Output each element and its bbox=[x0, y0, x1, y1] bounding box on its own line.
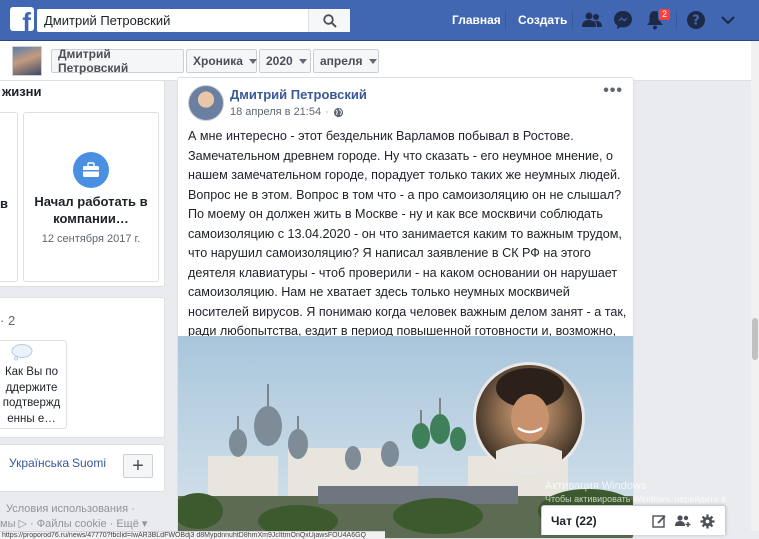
chat-label[interactable]: Чат (22) bbox=[551, 514, 597, 528]
chevron-down-icon bbox=[368, 58, 377, 64]
post-author-avatar[interactable] bbox=[188, 85, 224, 121]
timeline-header-bar: Дмитрий Петровский Хроника 2020 апреля bbox=[0, 41, 752, 81]
friend-requests-icon[interactable] bbox=[581, 9, 603, 31]
footer-links[interactable]: мы ▷ · Файлы cookie · Ещё ▾ bbox=[0, 517, 147, 530]
facebook-logo-icon[interactable]: f bbox=[10, 7, 34, 31]
post-author-name[interactable]: Дмитрий Петровский bbox=[230, 87, 367, 102]
post-options-menu[interactable]: ••• bbox=[603, 82, 623, 100]
top-navigation-bar: f Главная Создать 2 bbox=[0, 0, 759, 41]
month-label: апреля bbox=[320, 54, 363, 68]
windows-activation-title: Активация Windows bbox=[545, 480, 647, 492]
chevron-down-icon bbox=[248, 58, 257, 64]
nav-divider bbox=[505, 11, 506, 29]
search-box bbox=[37, 9, 350, 32]
post-timestamp[interactable]: 18 апреля в 21:54 bbox=[230, 106, 321, 118]
year-label: 2020 bbox=[266, 54, 293, 68]
year-dropdown[interactable]: 2020 bbox=[259, 49, 311, 73]
gear-icon[interactable] bbox=[698, 512, 716, 530]
search-input[interactable] bbox=[37, 9, 309, 32]
life-events-header: жизни bbox=[2, 84, 42, 99]
browser-status-url: https://proporod76.ru/news/47770?fbclid=… bbox=[0, 531, 385, 539]
post-timestamp-row: 18 апреля в 21:54 · bbox=[230, 106, 344, 118]
add-language-button[interactable]: + bbox=[123, 454, 153, 478]
globe-icon[interactable] bbox=[333, 107, 344, 118]
new-message-icon[interactable] bbox=[650, 512, 668, 530]
life-event-tile-cut-text: в bbox=[0, 196, 8, 211]
life-event-work-title[interactable]: Начал работать в компании… bbox=[24, 193, 158, 227]
nav-divider bbox=[572, 11, 573, 29]
life-event-work-date: 12 сентября 2017 г. bbox=[41, 233, 141, 245]
search-icon bbox=[322, 13, 337, 28]
account-menu-chevron-icon[interactable] bbox=[717, 9, 739, 31]
language-link-finnish[interactable]: Suomi bbox=[72, 456, 106, 470]
search-button[interactable] bbox=[308, 9, 350, 32]
timeline-post: Дмитрий Петровский 18 апреля в 21:54 · •… bbox=[177, 77, 634, 539]
messenger-icon[interactable] bbox=[612, 9, 634, 31]
plus-icon: + bbox=[132, 455, 144, 477]
help-icon[interactable]: ? bbox=[685, 9, 707, 31]
timeline-section-label: Хроника bbox=[193, 54, 243, 68]
page-scrollbar-track[interactable] bbox=[751, 41, 759, 531]
language-separator: · bbox=[66, 456, 70, 470]
chevron-down-icon bbox=[298, 58, 307, 64]
nav-divider bbox=[676, 11, 677, 29]
support-count: · 2 bbox=[0, 313, 16, 328]
page-scrollbar-thumb[interactable] bbox=[752, 318, 758, 360]
post-body-text: А мне интересно - этот бездельник Варлам… bbox=[188, 129, 627, 358]
profile-name: Дмитрий Петровский bbox=[58, 47, 129, 75]
nav-create-link[interactable]: Создать bbox=[518, 13, 567, 27]
notifications-badge: 2 bbox=[658, 8, 672, 21]
profile-name-crumb[interactable]: Дмитрий Петровский bbox=[51, 47, 184, 75]
month-dropdown[interactable]: апреля bbox=[313, 49, 379, 73]
support-tile-text: Как Вы поддержите подтвержденны е… bbox=[2, 366, 61, 425]
footer-terms-link[interactable]: Условия использования · bbox=[6, 503, 135, 515]
dot-separator: · bbox=[325, 106, 329, 118]
profile-avatar[interactable] bbox=[12, 46, 42, 76]
timeline-section-dropdown[interactable]: Хроника bbox=[186, 49, 257, 73]
thought-bubble-icon bbox=[11, 344, 33, 361]
briefcase-icon bbox=[73, 152, 109, 188]
language-link-ukrainian[interactable]: Українська bbox=[9, 456, 69, 470]
nav-home-link[interactable]: Главная bbox=[452, 13, 501, 27]
chat-bar[interactable]: Чат (22) bbox=[541, 505, 726, 535]
create-group-icon[interactable] bbox=[674, 512, 692, 530]
svg-text:?: ? bbox=[692, 14, 700, 29]
